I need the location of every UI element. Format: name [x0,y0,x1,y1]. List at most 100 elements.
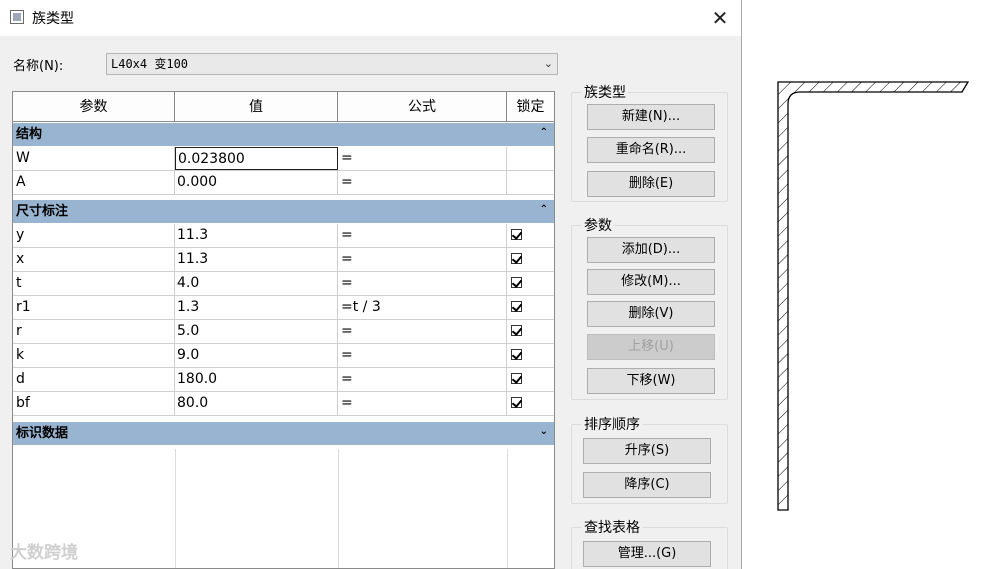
lookup-tables-title: 查找表格 [582,517,642,537]
watermark: 大数跨境 [10,543,78,563]
table-row[interactable]: W 0.023800 = [13,147,554,171]
param-cell: x [13,248,175,271]
value-cell[interactable]: 0.000 [175,171,338,194]
lock-checkbox[interactable] [511,301,522,312]
chevron-down-icon: ⌄ [543,57,553,70]
lock-checkbox[interactable] [511,397,522,408]
family-types-dialog: 族类型 ✕ 名称(N): L40x4 变100 ⌄ 参数 值 公式 锁定 结构 … [0,0,742,569]
parameters-group: 参数 添加(D)... 修改(M)... 删除(V) 上移(U) 下移(W) [571,215,728,400]
formula-cell[interactable]: = [338,248,507,271]
value-cell[interactable]: 0.023800 [175,147,338,170]
collapse-icon[interactable]: ⌃ [540,198,548,221]
table-row[interactable]: r1 1.3 =t / 3 [13,296,554,320]
manage-lookup-tables-button[interactable]: 管理...(G) [583,541,711,567]
column-header-value[interactable]: 值 [175,92,338,122]
sort-ascending-button[interactable]: 升序(S) [583,438,711,464]
table-row[interactable]: bf 80.0 = [13,392,554,416]
table-header: 参数 值 公式 锁定 [13,92,554,122]
lock-cell[interactable] [507,320,554,343]
collapse-icon[interactable]: ⌃ [540,121,548,144]
param-cell: t [13,272,175,295]
group-header-identity-data[interactable]: 标识数据 ⌄ [13,422,554,445]
lookup-tables-group: 查找表格 管理...(G) [571,517,728,569]
sort-descending-button[interactable]: 降序(C) [583,472,711,498]
type-name-value: L40x4 变100 [111,57,189,71]
formula-cell[interactable]: = [338,344,507,367]
close-icon[interactable]: ✕ [700,2,740,34]
group-label: 标识数据 [16,426,69,441]
move-down-button[interactable]: 下移(W) [587,368,715,394]
param-cell: y [13,224,175,247]
lock-cell[interactable] [507,368,554,391]
group-label: 结构 [16,127,43,142]
lock-cell[interactable] [507,392,554,415]
value-cell[interactable]: 5.0 [175,320,338,343]
modify-parameter-button[interactable]: 修改(M)... [587,269,715,295]
lock-cell[interactable] [507,224,554,247]
lock-checkbox[interactable] [511,229,522,240]
param-cell: d [13,368,175,391]
group-label: 尺寸标注 [16,204,69,219]
table-empty-area [13,449,554,568]
name-label: 名称(N): [13,59,64,74]
delete-parameter-button[interactable]: 删除(V) [587,301,715,327]
formula-cell[interactable]: = [338,392,507,415]
column-header-lock[interactable]: 锁定 [507,92,554,122]
value-cell[interactable]: 80.0 [175,392,338,415]
param-cell: k [13,344,175,367]
table-row[interactable]: y 11.3 = [13,224,554,248]
formula-cell[interactable]: =t / 3 [338,296,507,319]
angle-section-shape [777,81,970,511]
value-cell[interactable]: 11.3 [175,248,338,271]
expand-icon[interactable]: ⌄ [540,420,548,443]
lock-checkbox[interactable] [511,373,522,384]
table-row[interactable]: t 4.0 = [13,272,554,296]
lock-checkbox[interactable] [511,253,522,264]
lock-cell[interactable] [507,147,554,170]
type-name-dropdown[interactable]: L40x4 变100 ⌄ [106,53,558,75]
table-row[interactable]: A 0.000 = [13,171,554,195]
param-cell: r1 [13,296,175,319]
app-icon [10,10,24,24]
value-cell[interactable]: 9.0 [175,344,338,367]
lock-cell[interactable] [507,344,554,367]
param-cell: bf [13,392,175,415]
column-header-parameter[interactable]: 参数 [13,92,175,122]
formula-cell[interactable]: = [338,171,507,194]
new-type-button[interactable]: 新建(N)... [587,104,715,130]
parameters-table: 参数 值 公式 锁定 结构 ⌃ W 0.023800 = A 0.000 = 尺寸标注 ⌃… [12,91,555,569]
formula-cell[interactable]: = [338,272,507,295]
family-types-title: 族类型 [582,82,628,102]
param-cell: r [13,320,175,343]
lock-cell[interactable] [507,272,554,295]
lock-cell[interactable] [507,171,554,194]
value-cell[interactable]: 1.3 [175,296,338,319]
formula-cell[interactable]: = [338,320,507,343]
lock-cell[interactable] [507,296,554,319]
group-header-structure[interactable]: 结构 ⌃ [13,123,554,146]
formula-cell[interactable]: = [338,368,507,391]
lock-checkbox[interactable] [511,277,522,288]
value-cell[interactable]: 180.0 [175,368,338,391]
move-up-button[interactable]: 上移(U) [587,334,715,360]
table-row[interactable]: x 11.3 = [13,248,554,272]
lock-cell[interactable] [507,248,554,271]
table-row[interactable]: r 5.0 = [13,320,554,344]
lock-checkbox[interactable] [511,325,522,336]
param-cell: W [13,147,175,170]
delete-type-button[interactable]: 删除(E) [587,171,715,197]
value-cell[interactable]: 4.0 [175,272,338,295]
add-parameter-button[interactable]: 添加(D)... [587,237,715,263]
group-header-dimensions[interactable]: 尺寸标注 ⌃ [13,200,554,223]
value-cell[interactable]: 11.3 [175,224,338,247]
rename-type-button[interactable]: 重命名(R)... [587,137,715,163]
formula-cell[interactable]: = [338,147,507,170]
formula-cell[interactable]: = [338,224,507,247]
param-cell: A [13,171,175,194]
angle-profile-preview [777,81,970,511]
table-row[interactable]: d 180.0 = [13,368,554,392]
column-header-formula[interactable]: 公式 [338,92,507,122]
table-row[interactable]: k 9.0 = [13,344,554,368]
parameters-title: 参数 [582,215,614,235]
lock-checkbox[interactable] [511,349,522,360]
